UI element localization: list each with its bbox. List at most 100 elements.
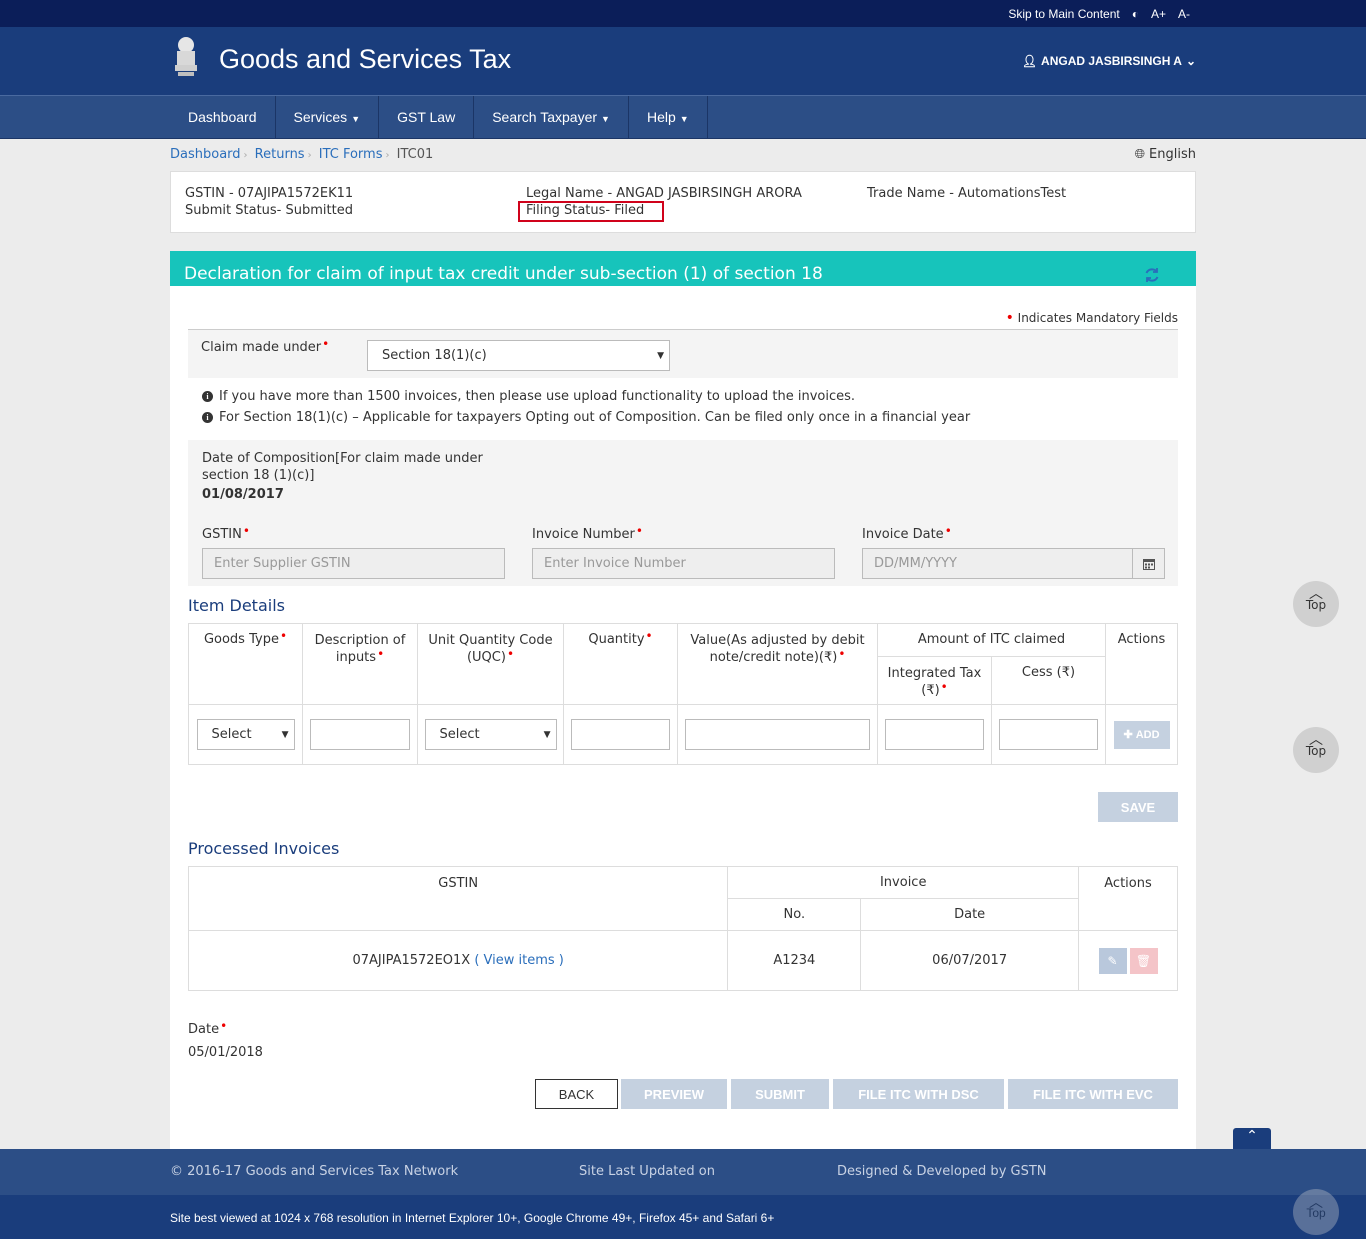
- back-to-top-button[interactable]: ︿ Top: [1293, 1189, 1339, 1235]
- processed-invoices-table: GSTIN Invoice Actions No. Date 07AJIPA15…: [187, 866, 1178, 991]
- claim-select[interactable]: Section 18(1)(c) ▼: [367, 340, 670, 371]
- th-actions: Actions: [1105, 623, 1178, 705]
- language-selector[interactable]: 🌐︎ English: [1135, 147, 1196, 162]
- trade-name: Trade Name - AutomationsTest: [867, 186, 1067, 201]
- designed-by: Designed & Developed by GSTN: [837, 1164, 1047, 1179]
- goods-type-select[interactable]: Select ▼: [196, 719, 295, 750]
- th-pi-invoice: Invoice: [727, 866, 1080, 899]
- composition-label: Date of Composition[For claim made under…: [202, 451, 483, 483]
- pi-gstin-cell: 07AJIPA1572EO1X ( View items ): [187, 930, 729, 991]
- supplier-gstin-input[interactable]: Enter Supplier GSTIN: [202, 548, 505, 579]
- pi-actions-cell: ✎ 🗑︎: [1078, 930, 1178, 991]
- cess-input[interactable]: [999, 719, 1098, 750]
- footer-top: © 2016-17 Goods and Services Tax Network…: [0, 1149, 1366, 1195]
- plus-icon: ✚: [1123, 729, 1133, 741]
- nav-item-search-taxpayer[interactable]: Search Taxpayer ▼: [474, 96, 629, 139]
- th-pi-no: No.: [727, 898, 862, 931]
- info-icon: i: [202, 412, 213, 423]
- itc-form-card: Declaration for claim of input tax credi…: [170, 251, 1196, 1151]
- gstin-info: GSTIN - 07AJIPA1572EK11: [185, 186, 354, 201]
- note-section: i For Section 18(1)(c) – Applicable for t…: [202, 410, 970, 425]
- quantity-input[interactable]: [571, 719, 670, 750]
- gstin-label: GSTIN•: [202, 524, 250, 542]
- uqc-cell: Select ▼: [417, 704, 564, 765]
- chevron-right-icon: ›: [307, 150, 312, 161]
- description-cell: [302, 704, 418, 765]
- pi-gstin: 07AJIPA1572EO1X: [352, 953, 471, 968]
- back-button[interactable]: BACK: [535, 1079, 618, 1109]
- chevron-down-icon: ⌄: [1185, 54, 1196, 68]
- refresh-icon[interactable]: [1144, 267, 1160, 283]
- value-input[interactable]: [685, 719, 870, 750]
- integrated-tax-input[interactable]: [885, 719, 984, 750]
- processed-invoices-title: Processed Invoices: [188, 839, 340, 858]
- add-item-button[interactable]: ✚ ADD: [1113, 720, 1170, 749]
- copyright: © 2016-17 Goods and Services Tax Network: [170, 1164, 459, 1179]
- language-label: English: [1149, 147, 1196, 162]
- save-button[interactable]: SAVE: [1098, 792, 1178, 822]
- breadcrumb-dashboard[interactable]: Dashboard: [170, 147, 241, 162]
- chevron-up-icon: ⌃: [1246, 1128, 1258, 1144]
- composition-date: 01/08/2017: [202, 487, 284, 502]
- globe-icon: 🌐︎: [1134, 147, 1146, 162]
- file-dsc-button[interactable]: FILE ITC WITH DSC: [833, 1079, 1004, 1109]
- table-row: 07AJIPA1572EO1X ( View items ) A1234 06/…: [187, 930, 1178, 991]
- user-name: ANGAD JASBIRSINGH A: [1041, 54, 1182, 68]
- breadcrumb-returns[interactable]: Returns: [255, 147, 305, 162]
- file-evc-button[interactable]: FILE ITC WITH EVC: [1008, 1079, 1178, 1109]
- font-decrease-button[interactable]: A-: [1178, 7, 1190, 21]
- nav-item-help[interactable]: Help ▼: [629, 96, 708, 139]
- invoice-date-input[interactable]: DD/MM/YYYY: [862, 548, 1133, 579]
- date-value: 05/01/2018: [188, 1045, 263, 1060]
- th-pi-date: Date: [860, 898, 1080, 931]
- item-details-table: Goods Type• Description of inputs• Unit Q…: [188, 623, 1178, 765]
- back-to-top-button[interactable]: ︿ Top: [1293, 581, 1339, 627]
- pi-invoice-no: A1234: [727, 930, 862, 991]
- note-invoices: i If you have more than 1500 invoices, th…: [202, 389, 855, 404]
- caret-down-icon: ▼: [601, 114, 610, 124]
- invoice-entry-block: Date of Composition[For claim made under…: [188, 440, 1178, 586]
- uqc-select[interactable]: Select ▼: [424, 719, 557, 750]
- contrast-icon[interactable]: ◐: [1132, 7, 1139, 21]
- nav-item-gst-law[interactable]: GST Law: [379, 96, 475, 139]
- caret-down-icon: ▼: [281, 729, 289, 740]
- th-description: Description of inputs•: [302, 623, 418, 705]
- skip-to-main-link[interactable]: Skip to Main Content: [1008, 7, 1119, 21]
- caret-down-icon: ▼: [543, 729, 551, 740]
- th-goods-type: Goods Type•: [188, 623, 303, 705]
- site-header: Goods and Services Tax 👤︎ ANGAD JASBIRSI…: [0, 27, 1366, 95]
- submit-button[interactable]: SUBMIT: [731, 1079, 829, 1109]
- preview-button[interactable]: PREVIEW: [621, 1079, 727, 1109]
- top-strip: Skip to Main Content ◐ A+ A-: [0, 0, 1366, 27]
- national-emblem-icon: [175, 37, 197, 76]
- caret-down-icon: ▼: [351, 114, 361, 124]
- edit-icon[interactable]: ✎: [1098, 947, 1127, 974]
- breadcrumb: Dashboard › Returns › ITC Forms › ITC01: [170, 147, 433, 162]
- calendar-icon[interactable]: [1132, 548, 1165, 579]
- invoice-number-input[interactable]: Enter Invoice Number: [532, 548, 835, 579]
- legal-name: Legal Name - ANGAD JASBIRSINGH ARORA: [526, 186, 802, 201]
- description-input[interactable]: [310, 719, 410, 750]
- breadcrumb-itc-forms[interactable]: ITC Forms: [319, 147, 383, 162]
- taxpayer-info: GSTIN - 07AJIPA1572EK11 Submit Status- S…: [170, 171, 1196, 233]
- caret-down-icon: ▼: [679, 114, 689, 124]
- integrated-tax-cell: [877, 704, 992, 765]
- site-title[interactable]: Goods and Services Tax: [219, 44, 511, 75]
- breadcrumb-current: ITC01: [396, 147, 434, 162]
- form-heading: Declaration for claim of input tax credi…: [170, 251, 1196, 286]
- filing-status-highlight: [518, 201, 664, 222]
- value-cell: [677, 704, 878, 765]
- cess-cell: [991, 704, 1106, 765]
- view-items-link[interactable]: ( View items ): [474, 953, 564, 968]
- th-value: Value(As adjusted by debit note/credit no…: [677, 623, 878, 705]
- back-to-top-button[interactable]: ︿ Top: [1293, 727, 1339, 773]
- submit-status: Submit Status- Submitted: [185, 203, 353, 218]
- user-icon: 👤︎: [1021, 54, 1038, 68]
- item-details-title: Item Details: [188, 596, 285, 615]
- scroll-up-tab[interactable]: ⌃: [1233, 1128, 1271, 1150]
- nav-item-services[interactable]: Services ▼: [276, 96, 380, 139]
- font-increase-button[interactable]: A+: [1151, 7, 1166, 21]
- user-menu[interactable]: 👤︎ ANGAD JASBIRSINGH A ⌄: [1022, 54, 1196, 68]
- trash-icon[interactable]: 🗑︎: [1129, 947, 1158, 974]
- nav-item-dashboard[interactable]: Dashboard: [170, 96, 276, 139]
